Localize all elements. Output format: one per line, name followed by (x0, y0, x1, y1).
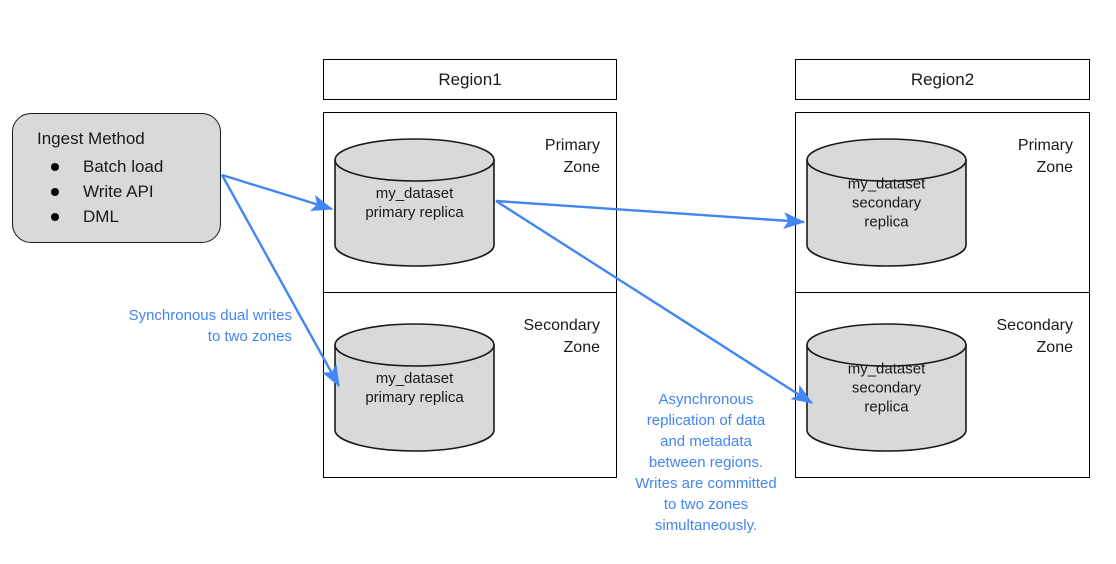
region1-primary-database-cylinder: my_dataset primary replica (334, 138, 495, 267)
region1-zones-container: Primary Zone my_dataset primary replica … (323, 112, 617, 478)
bullet-icon (51, 163, 59, 171)
list-item: Batch load (51, 154, 163, 179)
synchronous-writes-annotation: Synchronous dual writes to two zones (128, 307, 292, 345)
list-item: DML (51, 204, 163, 229)
list-item: Write API (51, 179, 163, 204)
region2-secondary-zone-label: Secondary Zone (996, 317, 1074, 356)
region1-primary-zone-label: Primary Zone (544, 137, 600, 176)
region1-secondary-database-cylinder: my_dataset primary replica (334, 323, 495, 452)
region2-primary-zone: Primary Zone my_dataset secondary replic… (796, 113, 1089, 292)
region2-header: Region2 (795, 59, 1090, 100)
arrow-ingest-to-region1-primary (221, 173, 334, 212)
region1-secondary-zone: Secondary Zone my_dataset primary replic… (324, 292, 616, 476)
bullet-icon (51, 213, 59, 221)
region1-secondary-zone-label: Secondary Zone (523, 317, 601, 356)
region2-primary-zone-label: Primary Zone (1017, 137, 1073, 176)
region2-secondary-database-cylinder: my_dataset secondary replica (806, 323, 967, 452)
region2-primary-database-cylinder: my_dataset secondary replica (806, 138, 967, 267)
ingest-method-box: Ingest Method Batch load Write API DML (12, 113, 221, 243)
ingest-method-list: Batch load Write API DML (51, 154, 163, 229)
region1-primary-zone: Primary Zone my_dataset primary replica (324, 113, 616, 292)
ingest-method-label: DML (83, 207, 119, 226)
diagram-canvas: Ingest Method Batch load Write API DML R… (0, 0, 1116, 564)
ingest-method-label: Write API (83, 182, 154, 201)
asynchronous-replication-annotation: Asynchronous replication of data and met… (635, 391, 777, 534)
region1-header: Region1 (323, 59, 617, 100)
region1-title: Region1 (438, 69, 502, 89)
ingest-method-label: Batch load (83, 157, 164, 176)
ingest-method-title: Ingest Method (37, 129, 145, 148)
region2-title: Region2 (910, 69, 975, 89)
bullet-icon (51, 188, 59, 196)
region2-secondary-zone: Secondary Zone my_dataset secondary repl… (796, 292, 1089, 476)
arrow-ingest-to-region1-secondary (220, 174, 341, 388)
region2-zones-container: Primary Zone my_dataset secondary replic… (795, 112, 1090, 478)
